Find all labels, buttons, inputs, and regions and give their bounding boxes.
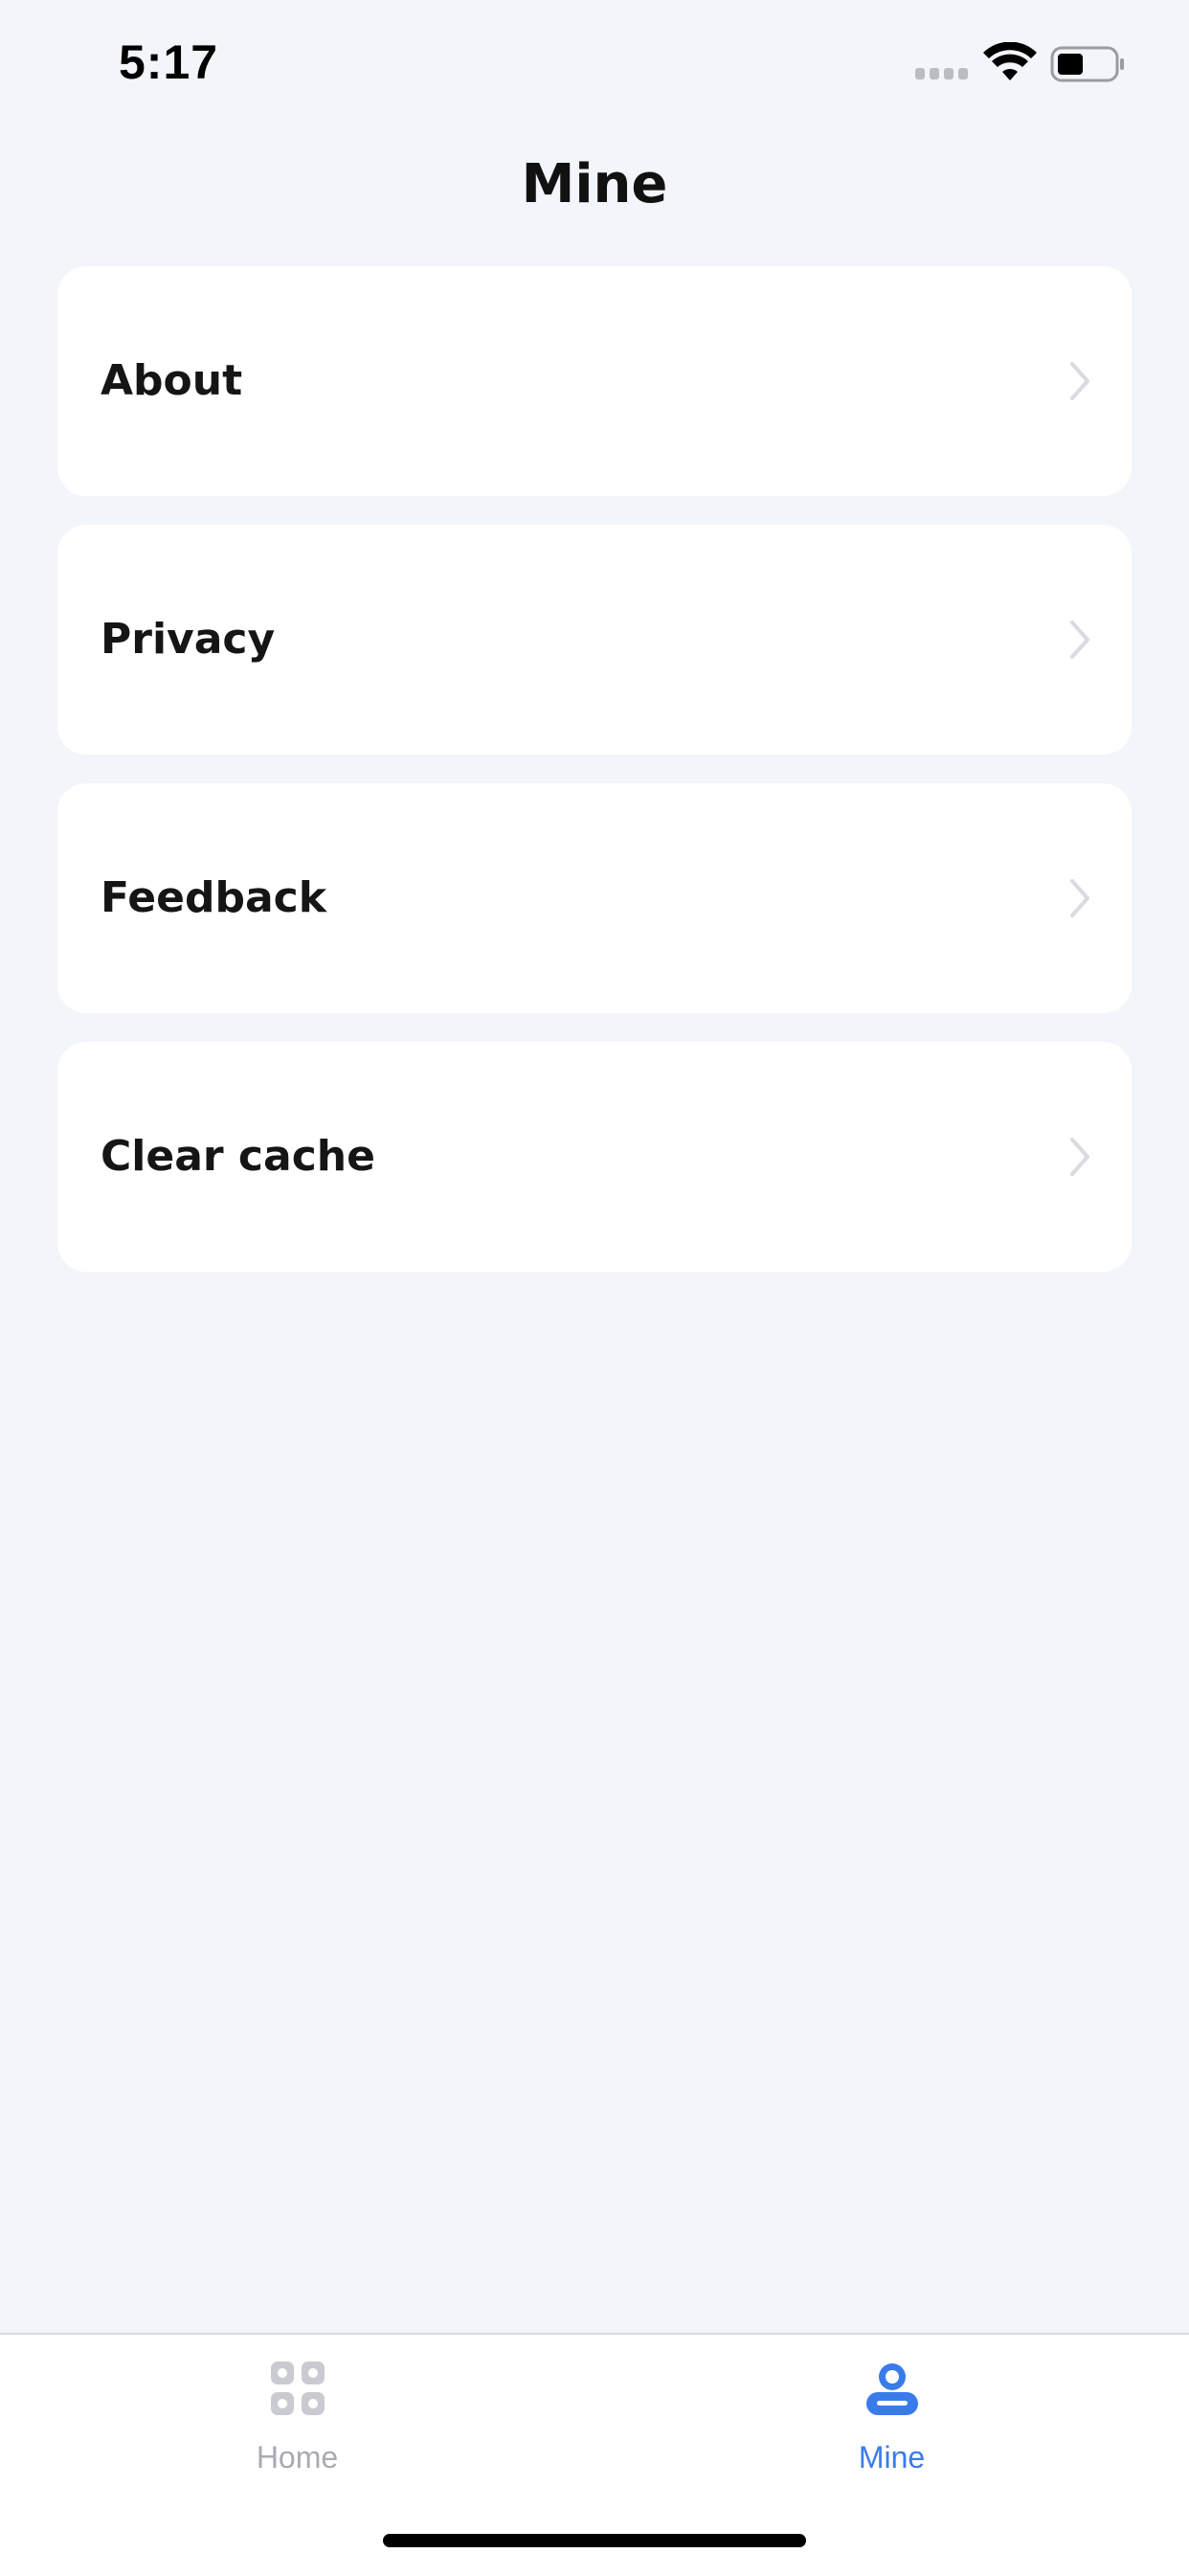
home-indicator[interactable] bbox=[383, 2534, 806, 2547]
battery-icon bbox=[1050, 46, 1124, 82]
wifi-icon bbox=[983, 42, 1037, 80]
page-title: Mine bbox=[521, 153, 668, 215]
tab-home[interactable]: Home bbox=[0, 2335, 594, 2488]
status-bar: 5:17 bbox=[0, 0, 1189, 134]
grid-icon bbox=[271, 2361, 325, 2415]
status-time: 5:17 bbox=[119, 35, 219, 89]
cellular-signal-icon bbox=[915, 68, 968, 79]
menu-item-privacy[interactable]: Privacy bbox=[57, 525, 1132, 755]
menu-item-label: About bbox=[101, 356, 243, 405]
chevron-right-icon bbox=[1070, 1138, 1089, 1176]
chevron-right-icon bbox=[1070, 362, 1089, 400]
person-icon bbox=[866, 2363, 918, 2415]
tab-mine[interactable]: Mine bbox=[594, 2335, 1189, 2488]
menu-item-about[interactable]: About bbox=[57, 266, 1132, 496]
menu-item-label: Feedback bbox=[101, 873, 326, 922]
chevron-right-icon bbox=[1070, 879, 1089, 917]
menu-item-feedback[interactable]: Feedback bbox=[57, 783, 1132, 1013]
tab-label-home: Home bbox=[256, 2440, 339, 2474]
menu-item-label: Privacy bbox=[101, 615, 276, 664]
tab-label-mine: Mine bbox=[858, 2440, 926, 2474]
menu-list: About Privacy Feedback Clear cache bbox=[57, 266, 1132, 1300]
menu-item-clear-cache[interactable]: Clear cache bbox=[57, 1042, 1132, 1272]
chevron-right-icon bbox=[1070, 621, 1089, 659]
menu-item-label: Clear cache bbox=[101, 1132, 375, 1181]
